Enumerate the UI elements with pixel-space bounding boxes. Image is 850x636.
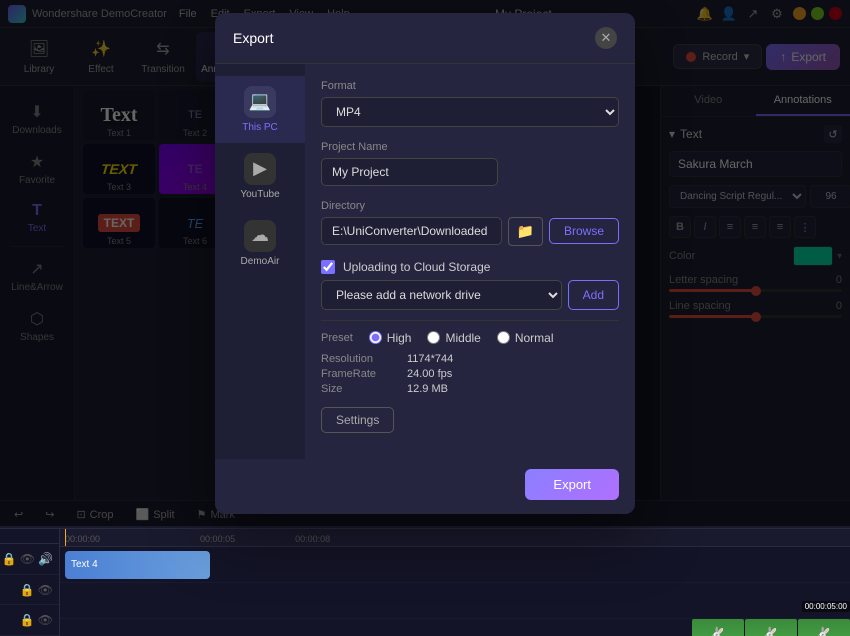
demoair-label: DemoAir bbox=[241, 256, 280, 267]
upload-checkbox-row: Uploading to Cloud Storage bbox=[321, 260, 619, 274]
network-drive-select[interactable]: Please add a network drive bbox=[321, 280, 562, 310]
directory-field: Directory 📁 Browse bbox=[321, 200, 619, 246]
directory-input[interactable] bbox=[321, 217, 502, 245]
modal-side-thispc[interactable]: 💻 This PC bbox=[215, 76, 305, 143]
browse-label: Browse bbox=[564, 224, 604, 238]
ruler-tick-0: 00:00:00 bbox=[65, 534, 100, 544]
track-lock-icon[interactable]: 🔒 bbox=[2, 552, 17, 566]
demoair-icon: ☁ bbox=[244, 220, 276, 252]
preset-high-radio[interactable] bbox=[369, 331, 382, 344]
preset-middle-radio[interactable] bbox=[427, 331, 440, 344]
track3-eye-icon[interactable]: 👁 bbox=[38, 613, 53, 627]
ruler-tick-1: 00:00:05 bbox=[200, 534, 235, 544]
browse-button[interactable]: Browse bbox=[549, 218, 619, 244]
framerate-value: 24.00 fps bbox=[407, 368, 452, 380]
preset-normal[interactable]: Normal bbox=[497, 331, 554, 345]
text-clip[interactable]: Text 4 bbox=[65, 551, 210, 579]
track-label-2: 🔒 👁 bbox=[0, 575, 59, 606]
track-label-icons-3: 🔒 👁 bbox=[20, 613, 53, 627]
settings-button[interactable]: Settings bbox=[321, 407, 394, 433]
track-row-2 bbox=[60, 583, 850, 619]
add-network-button[interactable]: Add bbox=[568, 280, 619, 310]
format-field: Format MP4 bbox=[321, 80, 619, 127]
resolution-label: Resolution bbox=[321, 353, 401, 365]
modal-title: Export bbox=[233, 30, 273, 46]
network-drive-row: Please add a network drive Add bbox=[321, 280, 619, 310]
preset-normal-label: Normal bbox=[515, 331, 554, 345]
vthumb-1[interactable]: 🐇 bbox=[692, 619, 744, 636]
project-name-label: Project Name bbox=[321, 141, 619, 153]
track2-lock-icon[interactable]: 🔒 bbox=[20, 583, 35, 597]
vthumb-2[interactable]: 🐇 bbox=[745, 619, 797, 636]
track-label-3: 🔒 👁 bbox=[0, 605, 59, 636]
ruler-tick-2: 00:00:08 bbox=[295, 534, 330, 544]
modal-side-demoair[interactable]: ☁ DemoAir bbox=[215, 210, 305, 277]
track-labels: 🔒 👁 🔊 🔒 👁 🔒 👁 bbox=[0, 529, 60, 636]
thispc-label: This PC bbox=[242, 122, 278, 133]
size-row: Size 12.9 MB bbox=[321, 383, 619, 395]
format-label: Format bbox=[321, 80, 619, 92]
track-label-1: 🔒 👁 🔊 bbox=[0, 544, 59, 575]
export-modal-label: Export bbox=[553, 477, 591, 492]
modal-close-button[interactable]: ✕ bbox=[595, 27, 617, 49]
preset-details: Resolution 1174*744 FrameRate 24.00 fps … bbox=[321, 353, 619, 395]
preset-middle-label: Middle bbox=[445, 331, 480, 345]
directory-label: Directory bbox=[321, 200, 619, 212]
track-row-3: 00:00:05:00 🐇 🐇 🐇 00:00:05:00 bbox=[60, 619, 850, 636]
modal-side-youtube[interactable]: ▶ YouTube bbox=[215, 143, 305, 210]
directory-input-row: 📁 Browse bbox=[321, 217, 619, 246]
preset-row: Preset High Middle Normal bbox=[321, 331, 619, 345]
ruler-label-spacer bbox=[0, 529, 59, 544]
thispc-icon: 💻 bbox=[244, 86, 276, 118]
preset-high[interactable]: High bbox=[369, 331, 412, 345]
video-time-badge: 00:00:05:00 bbox=[802, 601, 850, 612]
youtube-label: YouTube bbox=[240, 189, 279, 200]
vthumb-3[interactable]: 🐇 bbox=[798, 619, 850, 636]
modal-footer: Export bbox=[215, 459, 635, 514]
modal-divider bbox=[321, 320, 619, 321]
timeline-body: 🔒 👁 🔊 🔒 👁 🔒 👁 00 bbox=[0, 529, 850, 636]
format-input-row: MP4 bbox=[321, 97, 619, 127]
track-row-1: Text 4 bbox=[60, 547, 850, 583]
resolution-value: 1174*744 bbox=[407, 353, 453, 365]
track-label-icons-1: 🔒 👁 🔊 bbox=[2, 552, 53, 566]
project-name-input[interactable] bbox=[321, 158, 498, 186]
preset-high-label: High bbox=[387, 331, 412, 345]
track-eye-icon[interactable]: 👁 bbox=[20, 552, 35, 566]
export-modal-button[interactable]: Export bbox=[525, 469, 619, 500]
timeline-ruler: 00:00:00 00:00:05 00:00:08 bbox=[60, 529, 850, 547]
add-label: Add bbox=[583, 288, 604, 302]
close-icon: ✕ bbox=[601, 30, 612, 46]
upload-checkbox[interactable] bbox=[321, 260, 335, 274]
preset-normal-radio[interactable] bbox=[497, 331, 510, 344]
format-select[interactable]: MP4 bbox=[321, 97, 619, 127]
modal-sidebar: 💻 This PC ▶ YouTube ☁ DemoAir bbox=[215, 64, 305, 459]
text-clip-label: Text 4 bbox=[71, 559, 98, 570]
framerate-label: FrameRate bbox=[321, 368, 401, 380]
track-label-icons-2: 🔒 👁 bbox=[20, 583, 53, 597]
project-name-field: Project Name bbox=[321, 141, 619, 186]
track-audio-icon[interactable]: 🔊 bbox=[38, 552, 53, 566]
video-thumbnails: 🐇 🐇 🐇 00:00:05:00 bbox=[692, 618, 850, 636]
export-modal: Export ✕ 💻 This PC ▶ YouTube ☁ DemoAir bbox=[215, 13, 635, 514]
modal-body: 💻 This PC ▶ YouTube ☁ DemoAir Format bbox=[215, 64, 635, 459]
directory-folder-icon[interactable]: 📁 bbox=[508, 217, 543, 246]
modal-header: Export ✕ bbox=[215, 13, 635, 64]
size-value: 12.9 MB bbox=[407, 383, 448, 395]
upload-label: Uploading to Cloud Storage bbox=[343, 260, 490, 274]
settings-label: Settings bbox=[336, 413, 379, 427]
track3-lock-icon[interactable]: 🔒 bbox=[20, 613, 35, 627]
preset-label: Preset bbox=[321, 332, 353, 344]
modal-main-form: Format MP4 Project Name Directory bbox=[305, 64, 635, 459]
playhead bbox=[65, 529, 66, 546]
size-label: Size bbox=[321, 383, 401, 395]
modal-overlay: Export ✕ 💻 This PC ▶ YouTube ☁ DemoAir bbox=[0, 0, 850, 526]
framerate-row: FrameRate 24.00 fps bbox=[321, 368, 619, 380]
track2-eye-icon[interactable]: 👁 bbox=[38, 583, 53, 597]
track-area: 00:00:00 00:00:05 00:00:08 Text 4 00:00:… bbox=[60, 529, 850, 636]
youtube-icon: ▶ bbox=[244, 153, 276, 185]
preset-middle[interactable]: Middle bbox=[427, 331, 480, 345]
resolution-row: Resolution 1174*744 bbox=[321, 353, 619, 365]
